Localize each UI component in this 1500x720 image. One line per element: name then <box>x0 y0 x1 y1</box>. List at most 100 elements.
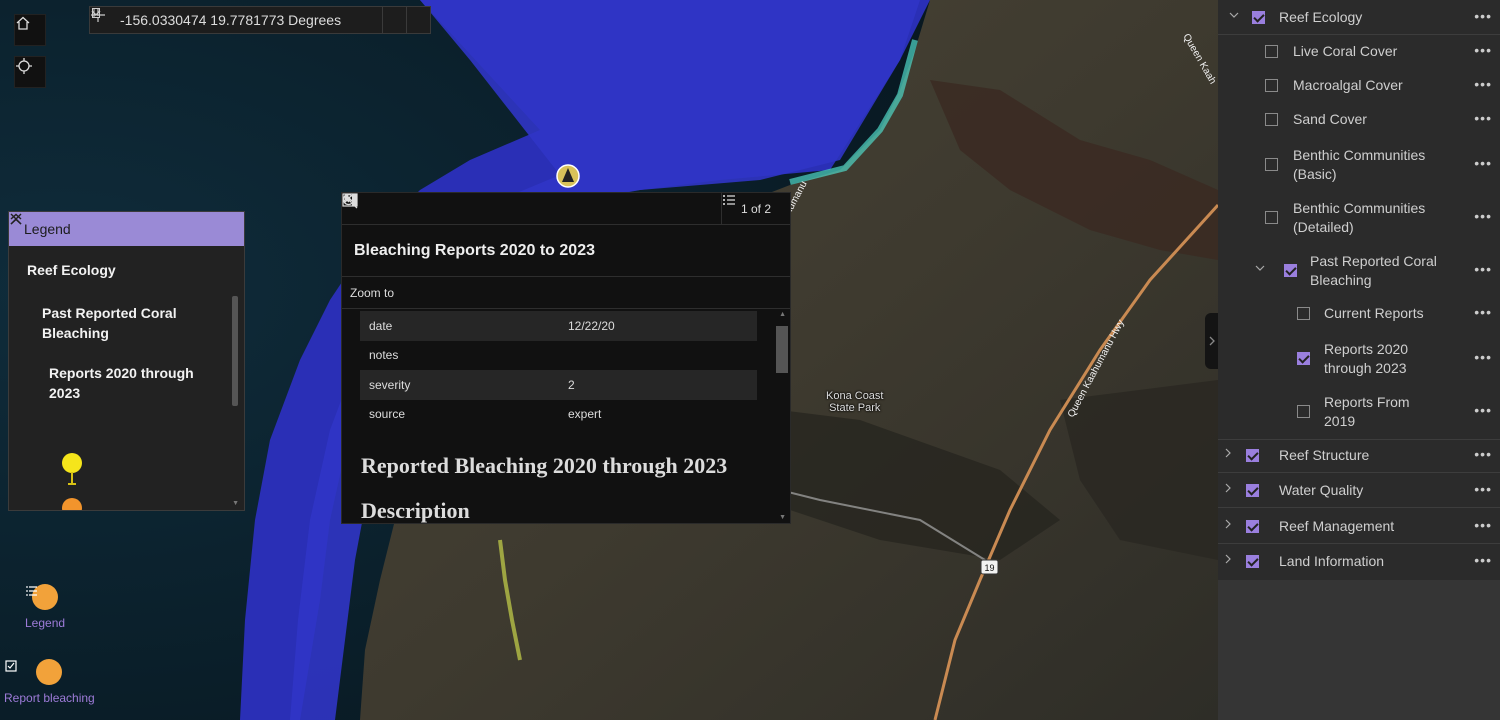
legend-symbol: 2 <box>61 497 82 510</box>
more-options-icon[interactable]: ••• <box>1474 261 1492 277</box>
layer-item[interactable]: Reef Ecology ••• <box>1218 0 1500 35</box>
layer-visibility-checkbox[interactable] <box>1246 483 1259 497</box>
legend-panel: Legend Reef Ecology Past Reported Coral … <box>8 211 245 511</box>
more-options-icon[interactable]: ••• <box>1474 208 1492 224</box>
layer-visibility-checkbox[interactable] <box>1297 352 1310 365</box>
layer-item[interactable]: Macroalgal Cover ••• <box>1218 69 1500 103</box>
legend-header: Legend <box>9 212 244 246</box>
legend-body[interactable]: Reef Ecology Past Reported Coral Bleachi… <box>9 246 244 510</box>
layer-item[interactable]: Past Reported Coral Bleaching ••• <box>1218 243 1500 299</box>
layer-label: Live Coral Cover <box>1293 43 1398 59</box>
layer-visibility-checkbox[interactable] <box>1284 264 1297 277</box>
report-marker[interactable] <box>556 164 580 188</box>
more-options-icon[interactable]: ••• <box>1474 76 1492 92</box>
feature-popup: 1 of 2 Bleaching Reports 2020 to 2023 Zo… <box>341 192 791 524</box>
more-options-icon[interactable]: ••• <box>1474 8 1492 24</box>
layer-label: Benthic Communities (Detailed) <box>1293 200 1426 235</box>
layer-label: Reef Structure <box>1279 446 1370 463</box>
popup-nav: 1 of 2 <box>342 193 790 225</box>
field-name: date <box>369 318 393 333</box>
layer-item[interactable]: Benthic Communities (Detailed) ••• <box>1218 190 1500 246</box>
layer-visibility-checkbox[interactable] <box>1265 211 1278 224</box>
chevron-down-icon[interactable] <box>1228 10 1240 23</box>
layer-visibility-checkbox[interactable] <box>1265 158 1278 171</box>
layer-item[interactable]: Water Quality ••• <box>1218 473 1500 508</box>
layer-label: Macroalgal Cover <box>1293 77 1403 93</box>
scroll-up-icon[interactable]: ▲ <box>779 311 786 318</box>
chevron-down-icon[interactable] <box>1254 263 1266 276</box>
collapse-button[interactable] <box>10 212 210 246</box>
layer-visibility-checkbox[interactable] <box>1265 113 1278 126</box>
report-icon <box>5 660 17 672</box>
chevron-right-icon[interactable] <box>1222 519 1234 532</box>
layer-item[interactable]: Land Information ••• <box>1218 544 1500 579</box>
dock-button[interactable] <box>342 193 696 277</box>
legend-scrollbar[interactable] <box>232 296 238 406</box>
layer-visibility-checkbox[interactable] <box>1265 79 1278 92</box>
more-options-icon[interactable]: ••• <box>1474 517 1492 533</box>
layer-label: Land Information <box>1279 552 1385 569</box>
layer-visibility-checkbox[interactable] <box>1297 405 1310 418</box>
field-name: notes <box>369 348 399 363</box>
more-options-icon[interactable]: ••• <box>1474 349 1492 365</box>
layer-label: Reef Ecology <box>1279 8 1363 25</box>
layer-visibility-checkbox[interactable] <box>1297 307 1310 320</box>
layer-list: Reef Ecology ••• Live Coral Cover ••• Macroa… <box>1218 0 1500 580</box>
coordinate-conversion[interactable]: -156.0330474 19.7781773 Degrees <box>89 6 431 34</box>
more-options-icon[interactable]: ••• <box>1474 155 1492 171</box>
map-view[interactable]: 19 Queen Kaahumanu Hwy Queen Kaah humanu… <box>0 0 1218 720</box>
feature-list-icon <box>723 195 735 205</box>
layer-item[interactable]: Live Coral Cover ••• <box>1218 35 1500 69</box>
layer-item[interactable]: Reef Management ••• <box>1218 509 1500 544</box>
layer-item[interactable]: Benthic Communities (Basic) ••• <box>1218 137 1500 193</box>
more-options-icon[interactable]: ••• <box>1474 481 1492 497</box>
layer-visibility-checkbox[interactable] <box>1246 554 1259 568</box>
content-heading: Reported Bleaching 2020 through 2023 <box>361 453 728 478</box>
close-popup-button[interactable] <box>344 195 790 277</box>
legend-widget-button[interactable]: Legend <box>25 584 65 630</box>
field-name: source <box>369 407 406 422</box>
more-options-icon[interactable]: ••• <box>1474 304 1492 320</box>
scroll-thumb[interactable] <box>776 326 788 373</box>
popup-content[interactable]: date 12/22/20 notes severity 2 source ex… <box>342 309 790 523</box>
layer-label: Current Reports <box>1324 305 1424 321</box>
scroll-down-icon[interactable]: ▼ <box>779 514 786 521</box>
more-options-icon[interactable]: ••• <box>1474 402 1492 418</box>
layer-item[interactable]: Reports 2020 through 2023 ••• <box>1218 331 1500 387</box>
chevron-right-icon[interactable] <box>1222 483 1234 496</box>
layer-visibility-checkbox[interactable] <box>1246 448 1259 462</box>
popup-header: Bleaching Reports 2020 to 2023 <box>342 193 790 277</box>
more-options-icon[interactable]: ••• <box>1474 552 1492 568</box>
next-feature-button[interactable] <box>344 193 406 225</box>
table-row: source expert <box>360 400 757 430</box>
layer-item[interactable]: Current Reports ••• <box>1218 297 1500 331</box>
field-value: 12/22/20 <box>568 318 615 333</box>
layer-item[interactable]: Reports From 2019 ••• <box>1218 384 1500 440</box>
home-icon <box>16 16 30 30</box>
more-options-icon[interactable]: ••• <box>1474 42 1492 58</box>
scroll-down-icon[interactable]: ▼ <box>232 500 239 507</box>
legend-sublayer: Reports 2020 through 2023 <box>49 365 194 401</box>
close-legend-button[interactable] <box>10 212 236 246</box>
zoom-to-button[interactable]: Zoom to <box>342 193 790 309</box>
chevron-right-icon[interactable] <box>1222 554 1234 567</box>
locate-button[interactable] <box>14 56 46 88</box>
layer-visibility-checkbox[interactable] <box>1265 45 1278 58</box>
popup-scrollbar[interactable]: ▲ ▼ <box>774 309 790 523</box>
report-bleaching-button[interactable]: Report bleaching <box>4 659 95 705</box>
more-options-icon[interactable]: ••• <box>1474 110 1492 126</box>
home-button[interactable] <box>14 14 46 46</box>
expand-button[interactable] <box>91 7 430 33</box>
chevron-right-icon <box>1209 336 1215 346</box>
more-options-icon[interactable]: ••• <box>1474 446 1492 462</box>
panel-toggle-handle[interactable] <box>1205 313 1218 369</box>
layer-visibility-checkbox[interactable] <box>1252 10 1265 24</box>
feature-count-button[interactable]: 1 of 2 <box>721 193 790 225</box>
layer-visibility-checkbox[interactable] <box>1246 519 1259 533</box>
copy-button[interactable] <box>92 7 406 33</box>
chevron-right-icon[interactable] <box>1222 448 1234 461</box>
park-label: Kona Coast State Park <box>826 390 884 414</box>
layer-item[interactable]: Sand Cover ••• <box>1218 103 1500 137</box>
collapse-popup-button[interactable] <box>343 196 743 277</box>
layer-item[interactable]: Reef Structure ••• <box>1218 438 1500 473</box>
